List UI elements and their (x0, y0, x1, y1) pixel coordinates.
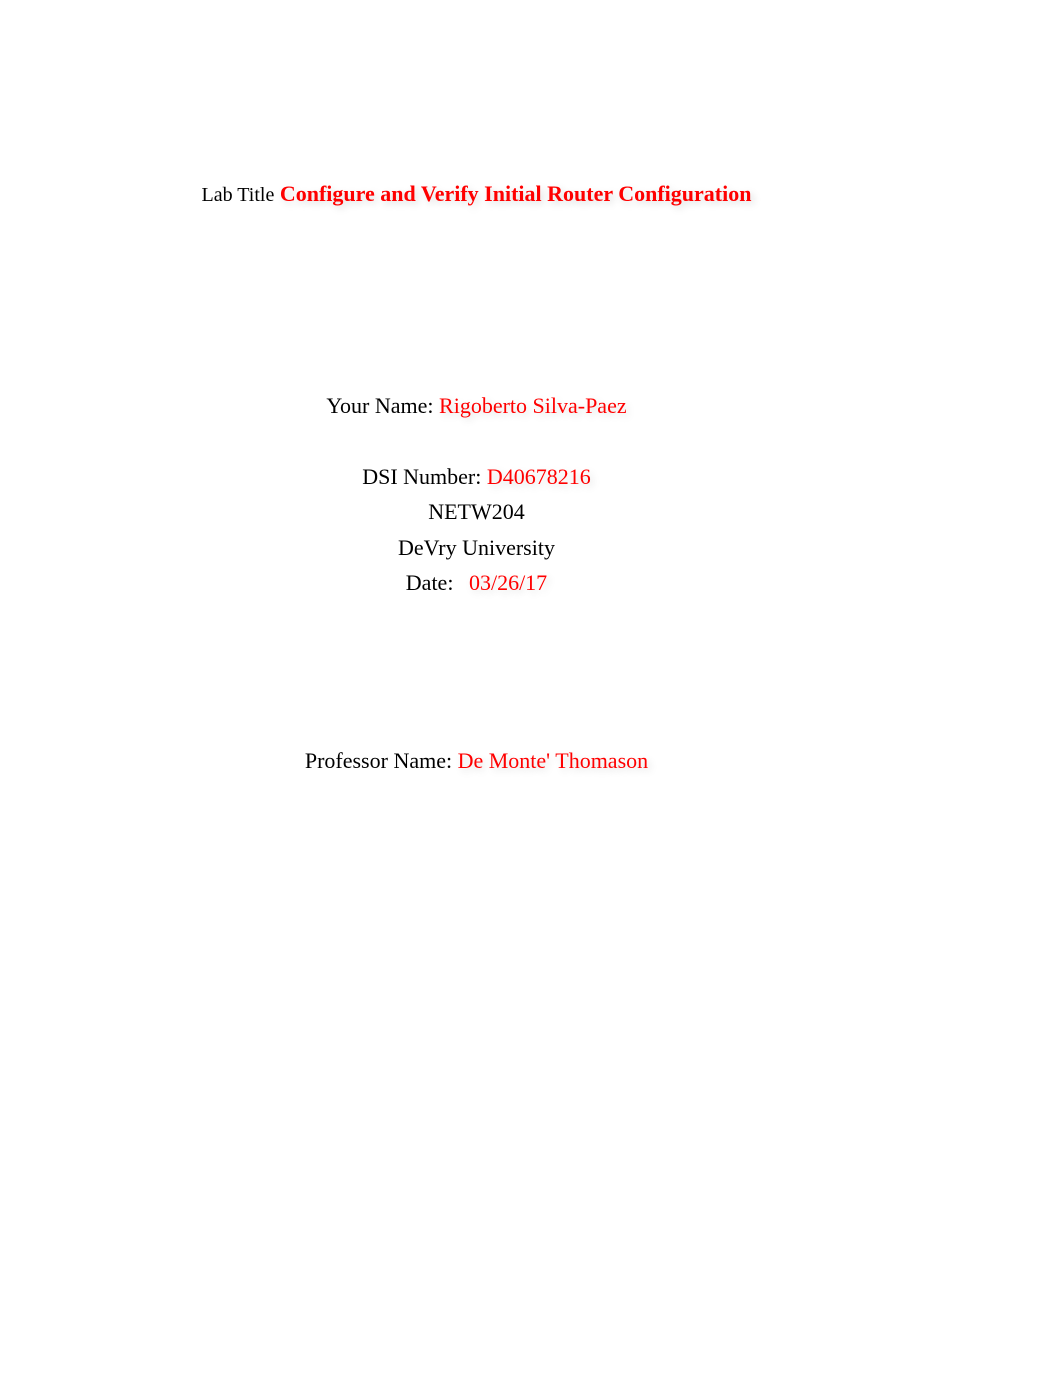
dsi-value: D40678216 (487, 464, 591, 489)
dsi-line: DSI Number: D40678216 (0, 464, 953, 490)
lab-title-line: Lab Title Configure and Verify Initial R… (0, 181, 953, 207)
name-label: Your Name: (326, 393, 433, 418)
professor-line: Professor Name: De Monte' Thomason (0, 748, 953, 774)
lab-title-label: Lab Title (202, 184, 275, 206)
date-value: 03/26/17 (469, 570, 547, 595)
professor-value: De Monte' Thomason (458, 748, 649, 773)
date-line: Date: 03/26/17 (0, 570, 953, 596)
dsi-label: DSI Number: (362, 464, 481, 489)
name-value: Rigoberto Silva-Paez (439, 393, 627, 418)
university-line: DeVry University (0, 535, 953, 561)
date-label: Date: (406, 570, 454, 595)
document-page: Lab Title Configure and Verify Initial R… (0, 0, 1062, 1377)
course-line: NETW204 (0, 499, 953, 525)
name-line: Your Name: Rigoberto Silva-Paez (0, 393, 953, 419)
lab-title-value: Configure and Verify Initial Router Conf… (280, 181, 752, 206)
professor-label: Professor Name: (305, 748, 452, 773)
